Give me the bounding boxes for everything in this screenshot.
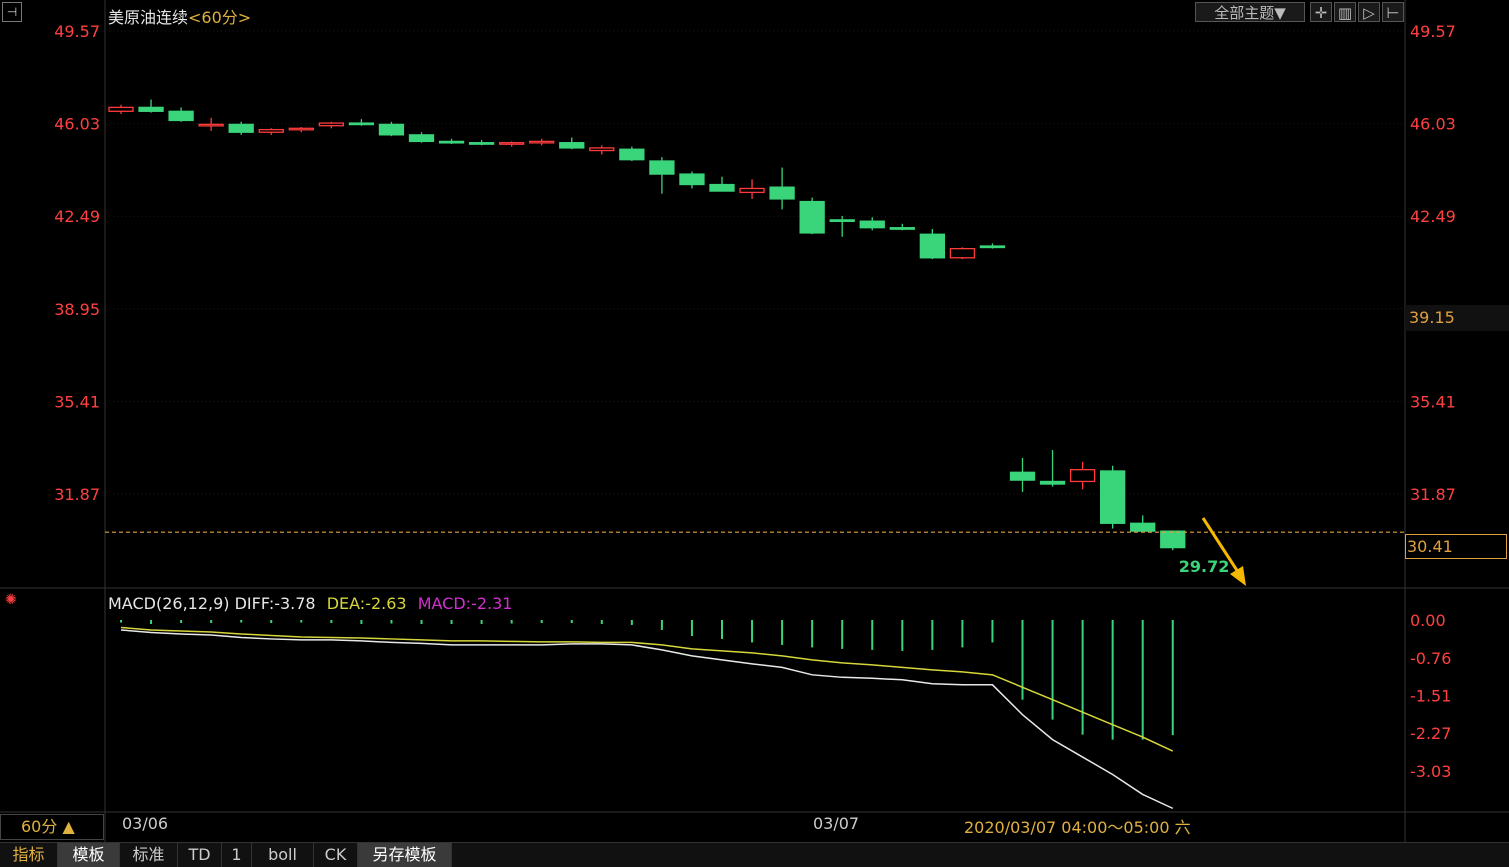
- tab-boll[interactable]: boll: [252, 843, 314, 867]
- candle-body: [138, 106, 164, 112]
- macd-tick: -0.76: [1410, 649, 1451, 668]
- time-range-label: 2020/03/07 04:00～05:00 六: [964, 818, 1191, 837]
- candle-body: [769, 186, 795, 200]
- macd-tick: -3.03: [1410, 762, 1451, 781]
- candle-body: [979, 245, 1006, 249]
- price-tick-right: 46.03: [1410, 115, 1456, 134]
- candle-body: [228, 123, 254, 133]
- annotation-arrowhead: [1230, 566, 1246, 586]
- candle-body: [619, 148, 645, 161]
- period-selector[interactable]: 60分 ▲: [0, 814, 104, 840]
- candle-body: [408, 134, 435, 143]
- candle-body: [318, 122, 345, 127]
- macd-diff: DIFF:-3.78: [234, 594, 316, 613]
- candle-body: [799, 200, 825, 234]
- crosshair-icon[interactable]: ✛: [1310, 2, 1332, 22]
- candle-body: [378, 123, 405, 136]
- candle-body: [589, 147, 615, 152]
- time-label-0306: 03/06: [122, 814, 169, 833]
- macd-legend: MACD(26,12,9) DIFF:-3.78 DEA:-2.63 MACD:…: [108, 594, 512, 613]
- candle-body: [348, 122, 375, 126]
- collapse-icon[interactable]: ⊣: [2, 2, 22, 22]
- candle-body: [1009, 471, 1036, 481]
- settings-icon[interactable]: ✺: [5, 592, 17, 608]
- price-tick-left: 38.95: [54, 300, 100, 319]
- candle-body: [919, 233, 945, 259]
- candle-body: [1069, 469, 1096, 483]
- tab-template[interactable]: 模板: [58, 843, 120, 867]
- macd-tick: 0.00: [1410, 611, 1446, 630]
- tab-1[interactable]: 1: [222, 843, 252, 867]
- candle-body: [949, 247, 976, 259]
- instrument-name: 美原油连续: [108, 8, 189, 27]
- candle-body: [498, 142, 525, 145]
- price-tick-left: 42.49: [54, 207, 100, 226]
- diff-line: [120, 629, 1174, 810]
- macd-tick: -2.27: [1410, 724, 1451, 743]
- bottom-toolbar: 指标 模板 标准 TD 1 boll CK 另存模板: [0, 842, 1509, 867]
- price-tick-right: 35.41: [1410, 392, 1456, 411]
- candle-body: [529, 140, 555, 144]
- expand-icon[interactable]: ⊢: [1382, 2, 1404, 22]
- candle-body: [889, 227, 915, 230]
- time-label-0307: 03/07: [813, 814, 860, 833]
- price-marker: 39.15: [1405, 305, 1509, 331]
- candle-body: [709, 183, 735, 192]
- tab-indicators[interactable]: 指标: [0, 843, 58, 867]
- candle-body: [438, 140, 465, 144]
- macd-value: MACD:-2.31: [417, 594, 513, 613]
- tab-save-template[interactable]: 另存模板: [358, 843, 452, 867]
- candle-body: [649, 160, 675, 175]
- dea-line: [120, 626, 1174, 752]
- candle-body: [198, 123, 224, 127]
- candle-body: [829, 219, 855, 223]
- chart-canvas[interactable]: 49.57 46.03 42.49 38.95 35.41 31.87 49.57 46.03…: [0, 0, 1509, 842]
- candle-body: [859, 220, 885, 229]
- chart-title: 美原油连续<60分>: [108, 4, 251, 28]
- price-tick-left: 49.57: [54, 22, 100, 41]
- candle-body: [559, 142, 585, 149]
- low-price-label: 29.72: [1179, 557, 1230, 576]
- candle-body: [168, 110, 194, 122]
- candle-body: [258, 128, 284, 133]
- price-tick-left: 31.87: [54, 485, 100, 504]
- layout-icon[interactable]: ▥: [1334, 2, 1356, 22]
- candle-body: [739, 187, 765, 194]
- candle-body: [1100, 470, 1126, 524]
- theme-dropdown[interactable]: 全部主题▼: [1195, 2, 1305, 22]
- price-tick-left: 35.41: [54, 392, 100, 411]
- forward-icon[interactable]: ▷: [1358, 2, 1380, 22]
- price-tick-right: 49.57: [1410, 22, 1456, 41]
- candle-body: [1130, 522, 1156, 532]
- last-price-label: 30.41: [1405, 534, 1507, 559]
- tab-standard[interactable]: 标准: [120, 843, 178, 867]
- price-tick-right: 42.49: [1410, 207, 1456, 226]
- period-label: <60分>: [188, 8, 252, 27]
- macd-name: MACD(26,12,9): [108, 594, 230, 613]
- price-tick-right: 31.87: [1410, 485, 1456, 504]
- candle-body: [1160, 530, 1186, 549]
- candle-body: [1039, 480, 1066, 485]
- macd-tick: -1.51: [1410, 686, 1451, 705]
- price-tick-left: 46.03: [54, 115, 100, 134]
- candle-body: [108, 106, 134, 112]
- tab-td[interactable]: TD: [178, 843, 222, 867]
- tab-ck[interactable]: CK: [314, 843, 358, 867]
- candle-body: [468, 142, 495, 145]
- candle-body: [679, 173, 705, 186]
- macd-dea: DEA:-2.63: [326, 594, 407, 613]
- candle-body: [288, 127, 314, 131]
